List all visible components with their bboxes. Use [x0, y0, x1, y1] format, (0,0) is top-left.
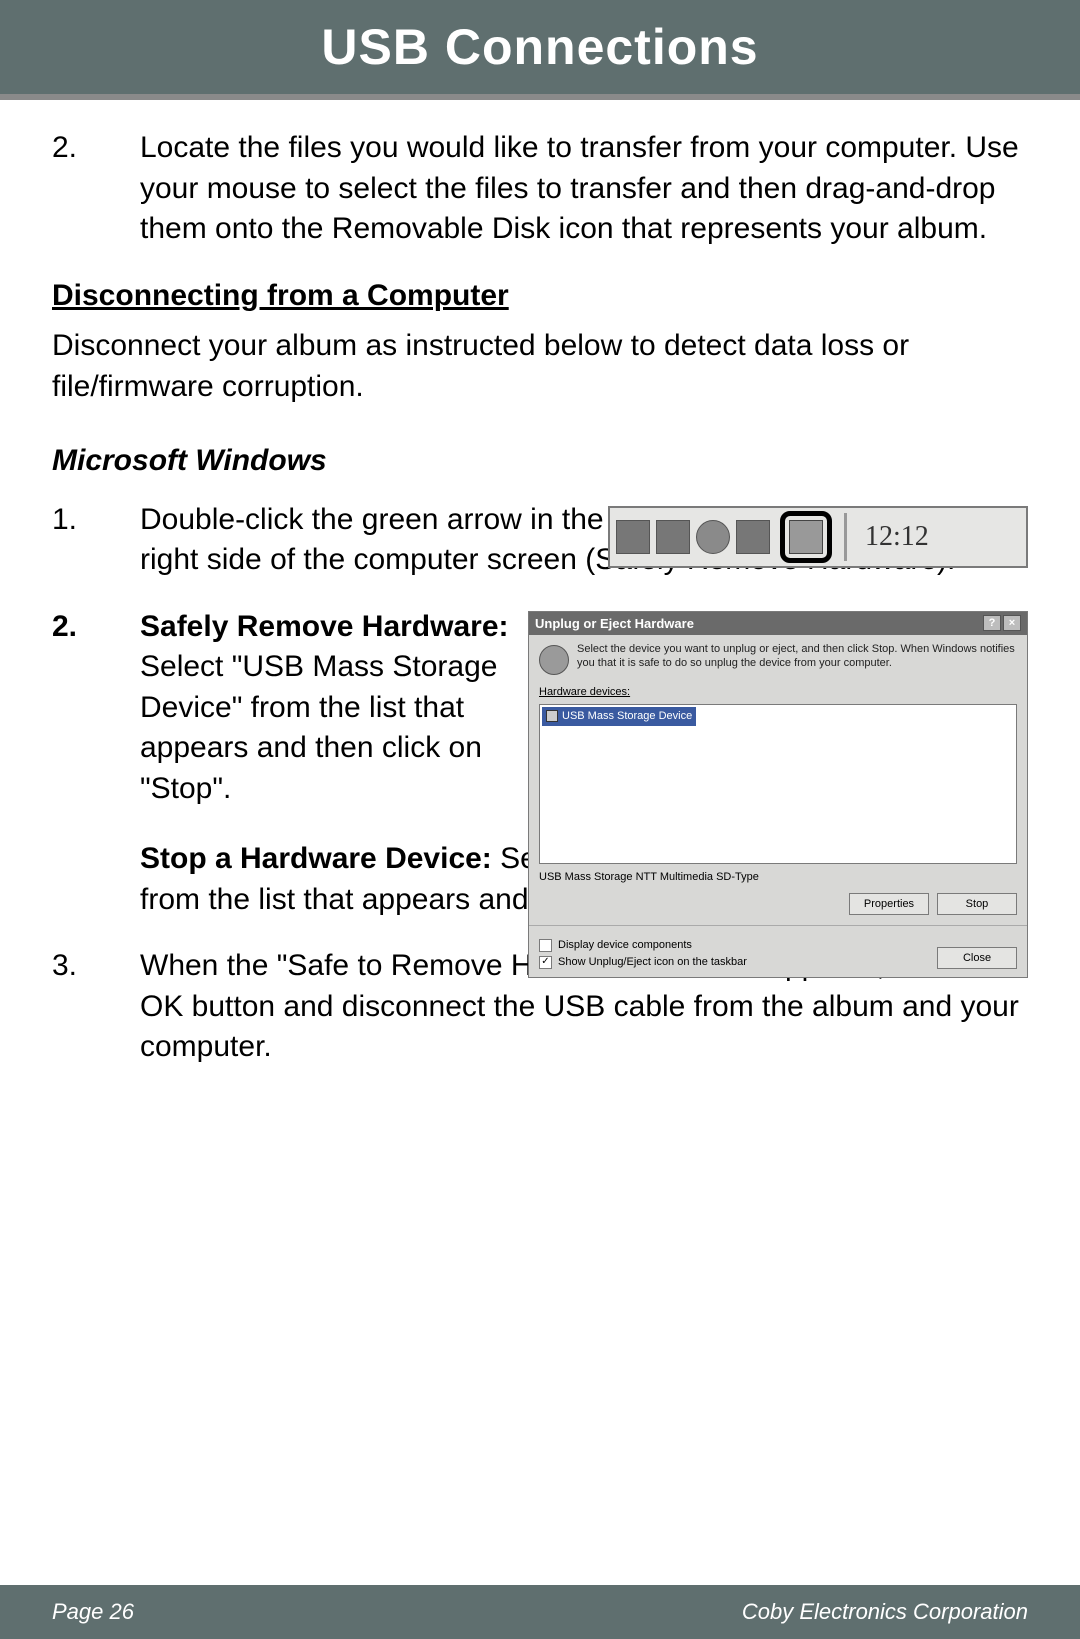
company-name: Coby Electronics Corporation [742, 1599, 1028, 1625]
list-body: Locate the files you would like to trans… [140, 128, 1028, 250]
list-body: Safely Remove Hardware: Select "USB Mass… [140, 607, 520, 810]
step-label: Stop a Hardware Device: [140, 842, 500, 875]
safely-remove-hardware-dialog: Unplug or Eject Hardware ? × Select the … [528, 611, 1028, 979]
taskbar: 12:12 [608, 506, 1028, 568]
checkbox[interactable]: ✓ [539, 956, 552, 969]
checkbox-row[interactable]: Display device components [539, 938, 747, 953]
close-button[interactable]: × [1003, 615, 1021, 631]
page-title: USB Connections [321, 18, 758, 76]
step-label: Safely Remove Hardware: [140, 610, 509, 643]
dialog-instructions: Select the device you want to unplug or … [577, 643, 1017, 675]
page-footer: Page 26 Coby Electronics Corporation [0, 1585, 1080, 1639]
tray-icon [736, 520, 770, 554]
properties-button[interactable]: Properties [849, 893, 929, 915]
list-label: Hardware devices: [539, 685, 1017, 700]
section-paragraph: Disconnect your album as instructed belo… [52, 326, 1028, 407]
device-name: USB Mass Storage Device [562, 709, 692, 724]
hardware-list[interactable]: USB Mass Storage Device [539, 704, 1017, 864]
taskbar-screenshot: 12:12 [608, 506, 1028, 568]
close-dialog-button[interactable]: Close [937, 947, 1017, 969]
help-button[interactable]: ? [983, 615, 1001, 631]
tray-icon [696, 520, 730, 554]
list-number-spacer [52, 839, 140, 920]
step-text: Select "USB Mass Storage Device" from th… [140, 650, 497, 805]
tray-icon [616, 520, 650, 554]
separator [529, 925, 1027, 926]
dialog-titlebar: Unplug or Eject Hardware ? × [529, 612, 1027, 636]
stop-button[interactable]: Stop [937, 893, 1017, 915]
checkbox-label: Show Unplug/Eject icon on the taskbar [558, 955, 747, 970]
windows-step-1: 12:12 1. Double-click the green arrow in… [52, 500, 1028, 581]
list-number: 1. [52, 500, 140, 581]
list-number: 2. [52, 128, 140, 250]
section-heading-disconnecting: Disconnecting from a Computer [52, 276, 1028, 317]
page-number: Page 26 [52, 1599, 134, 1625]
page-header: USB Connections [0, 0, 1080, 100]
safely-remove-icon-highlight [780, 511, 832, 563]
list-number: 3. [52, 946, 140, 1068]
checkbox[interactable] [539, 939, 552, 952]
taskbar-divider [844, 513, 847, 561]
hardware-list-item[interactable]: USB Mass Storage Device [542, 707, 696, 726]
device-icon [546, 710, 558, 722]
windows-step-2: Unplug or Eject Hardware ? × Select the … [52, 607, 1028, 921]
device-description: USB Mass Storage NTT Multimedia SD-Type [539, 870, 1017, 885]
section-heading-windows: Microsoft Windows [52, 441, 1028, 482]
safely-remove-hardware-icon[interactable] [789, 520, 823, 554]
dialog-title: Unplug or Eject Hardware [535, 615, 694, 633]
checkbox-row[interactable]: ✓ Show Unplug/Eject icon on the taskbar [539, 955, 747, 970]
list-number: 2. [52, 607, 140, 810]
tray-icon [656, 520, 690, 554]
eject-icon [539, 645, 569, 675]
checkbox-label: Display device components [558, 938, 692, 953]
page-content: 2. Locate the files you would like to tr… [0, 100, 1080, 1068]
intro-step-2: 2. Locate the files you would like to tr… [52, 128, 1028, 250]
taskbar-clock: 12:12 [859, 518, 947, 556]
